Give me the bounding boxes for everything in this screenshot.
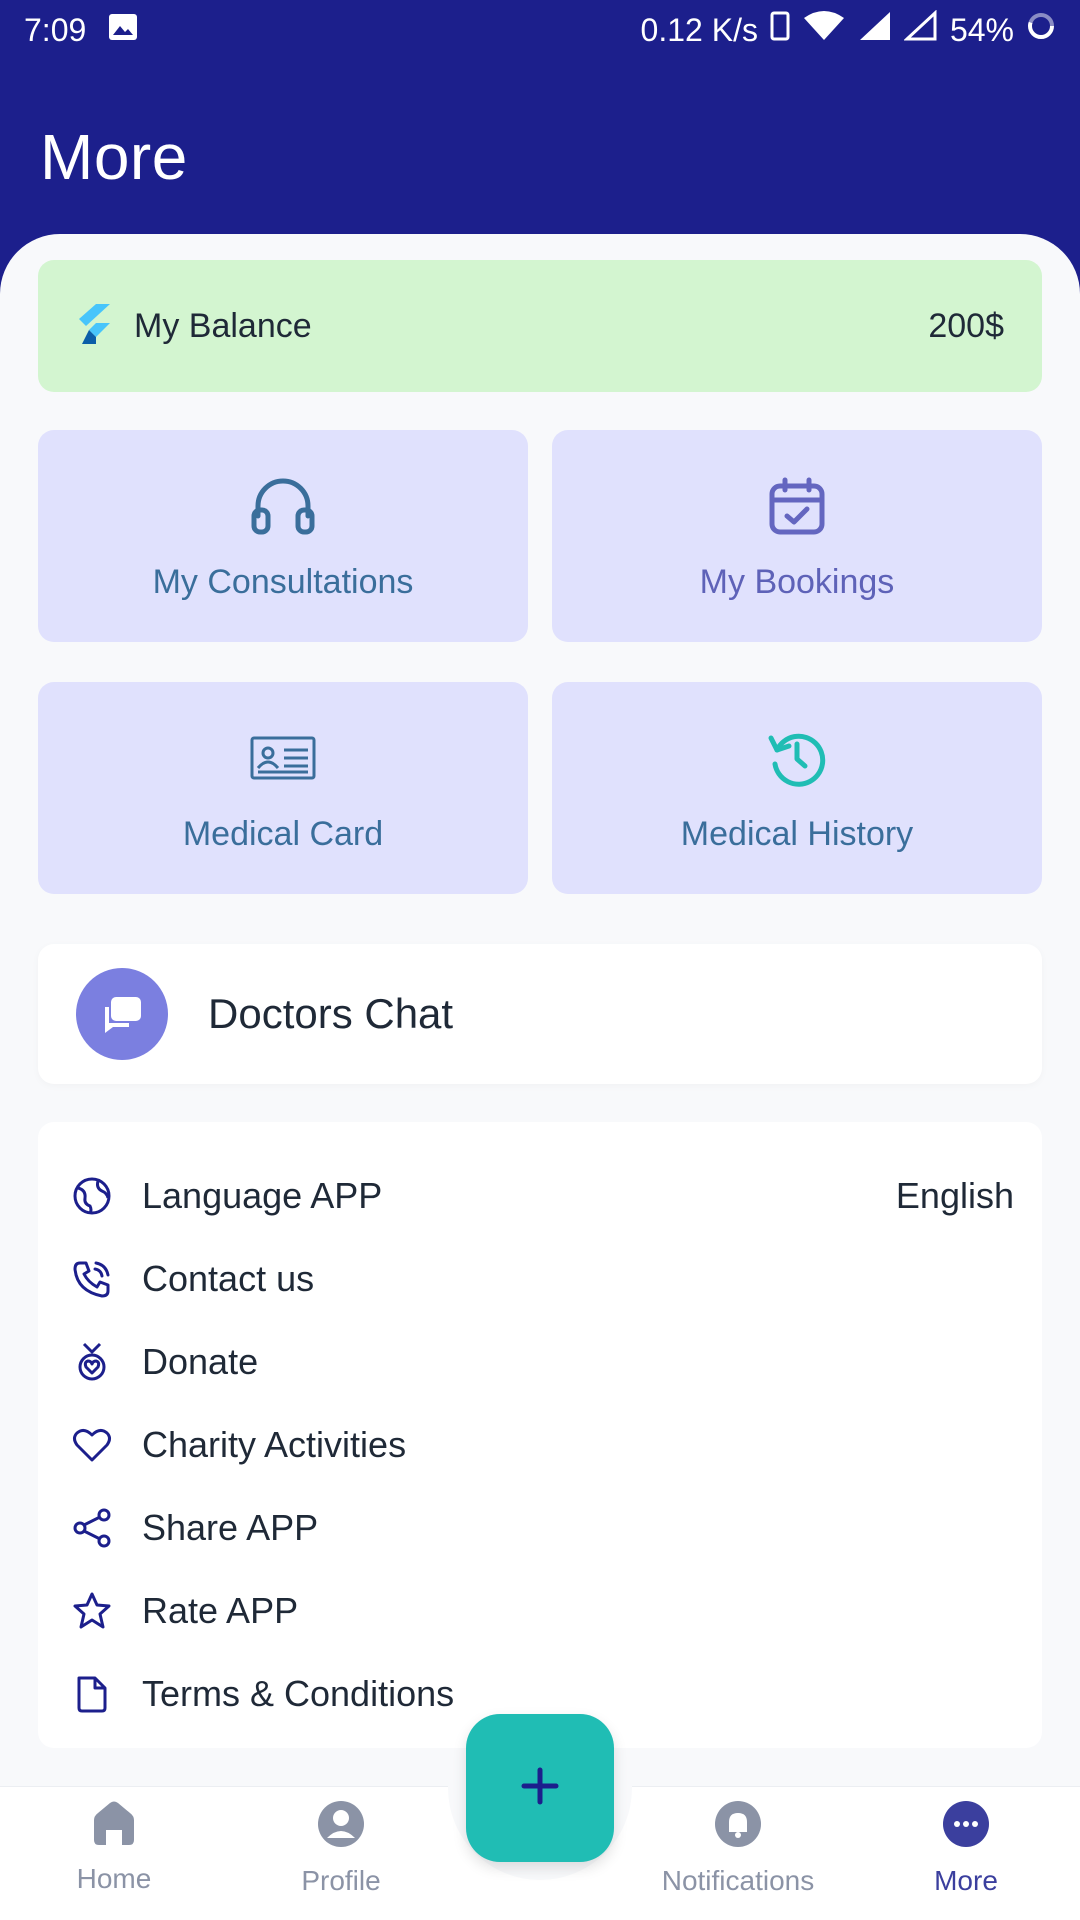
- phone-icon: [770, 11, 790, 49]
- calendar-check-icon: [762, 471, 832, 541]
- headset-icon: [248, 471, 318, 541]
- doctors-chat-card[interactable]: Doctors Chat: [38, 944, 1042, 1084]
- tile-label: My Bookings: [699, 562, 895, 601]
- settings-item-label: Terms & Conditions: [142, 1673, 455, 1714]
- tile-medical-card[interactable]: Medical Card: [38, 682, 528, 894]
- tile-medical-history[interactable]: Medical History: [552, 682, 1042, 894]
- nav-label: Notifications: [661, 1865, 815, 1896]
- medal-heart-icon: [70, 1340, 114, 1384]
- settings-item-label: Donate: [142, 1341, 259, 1382]
- image-icon: [108, 12, 138, 49]
- settings-item-label: Share APP: [142, 1507, 319, 1548]
- nav-label: Home: [76, 1863, 152, 1894]
- settings-item-rate[interactable]: Rate APP: [70, 1581, 1014, 1641]
- battery-percent: 54%: [949, 11, 1014, 48]
- star-icon: [70, 1589, 114, 1633]
- nav-home[interactable]: Home: [24, 1800, 204, 1895]
- wifi-icon: [802, 10, 846, 50]
- globe-icon: [70, 1174, 114, 1218]
- more-icon: [942, 1800, 990, 1853]
- share-icon: [70, 1506, 114, 1550]
- plus-icon: [520, 1766, 560, 1811]
- signal-empty-icon: [903, 9, 938, 50]
- settings-item-language[interactable]: Language APP English: [70, 1166, 1014, 1226]
- settings-item-donate[interactable]: Donate: [70, 1332, 1014, 1392]
- settings-item-label: Contact us: [142, 1258, 315, 1299]
- add-button[interactable]: [466, 1714, 614, 1862]
- balance-label: My Balance: [134, 306, 312, 345]
- nav-label: More: [934, 1865, 998, 1896]
- chat-bubbles-icon: [76, 968, 168, 1060]
- tile-label: Medical Card: [182, 814, 384, 853]
- balance-card[interactable]: My Balance 200$: [38, 260, 1042, 392]
- nav-notifications[interactable]: Notifications: [648, 1800, 828, 1897]
- nav-label: Profile: [301, 1865, 381, 1896]
- id-card-icon: [248, 723, 318, 793]
- document-icon: [70, 1672, 114, 1716]
- tile-my-consultations[interactable]: My Consultations: [38, 430, 528, 642]
- tile-label: Medical History: [680, 814, 914, 853]
- nav-more[interactable]: More: [876, 1800, 1056, 1897]
- nav-profile[interactable]: Profile: [251, 1800, 431, 1897]
- tile-label: My Consultations: [152, 562, 414, 601]
- home-icon: [90, 1800, 138, 1851]
- battery-icon: [1026, 11, 1056, 49]
- settings-item-label: Language APP: [142, 1175, 383, 1216]
- page-title: More: [40, 121, 188, 193]
- settings-item-contact-us[interactable]: Contact us: [70, 1249, 1014, 1309]
- settings-item-charity[interactable]: Charity Activities: [70, 1415, 1014, 1475]
- phone-call-icon: [70, 1257, 114, 1301]
- tile-my-bookings[interactable]: My Bookings: [552, 430, 1042, 642]
- doctors-chat-label: Doctors Chat: [208, 990, 454, 1037]
- settings-list: Language APP English Contact us Donate C…: [38, 1122, 1042, 1748]
- language-value: English: [895, 1175, 1014, 1216]
- signal-icon: [858, 10, 892, 50]
- bell-icon: [714, 1800, 762, 1853]
- heart-icon: [70, 1423, 114, 1467]
- network-speed: 0.12 K/s: [640, 11, 758, 48]
- history-icon: [762, 723, 832, 793]
- balance-amount: 200$: [928, 306, 1004, 345]
- flutter-logo-icon: [76, 303, 110, 349]
- profile-icon: [317, 1800, 365, 1853]
- settings-item-label: Rate APP: [142, 1590, 299, 1631]
- status-time: 7:09: [24, 11, 87, 48]
- settings-item-share[interactable]: Share APP: [70, 1498, 1014, 1558]
- settings-item-label: Charity Activities: [142, 1424, 407, 1465]
- status-bar: 7:09 0.12 K/s 54%: [0, 0, 1080, 60]
